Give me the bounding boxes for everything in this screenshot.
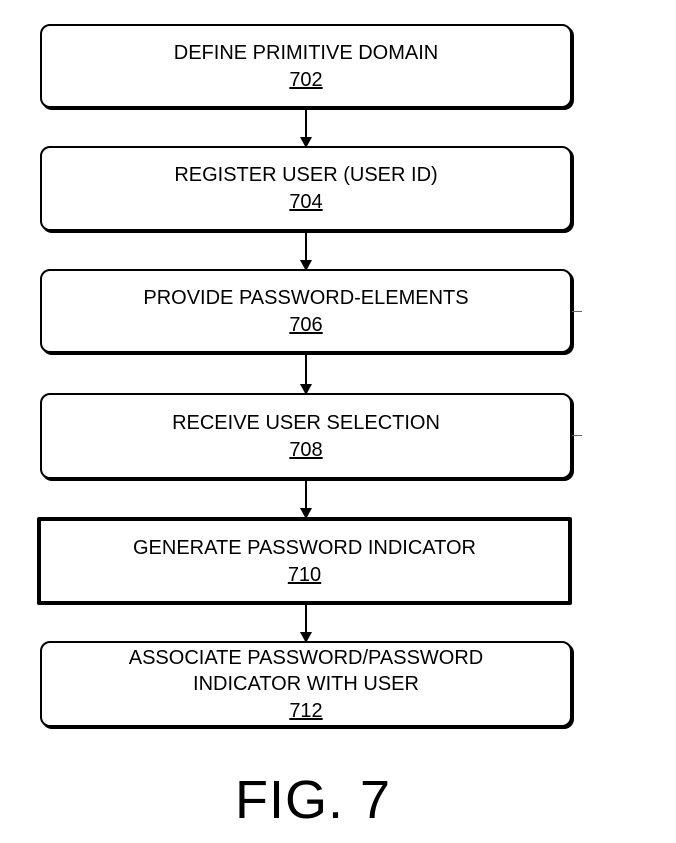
step-reference-number: 702: [289, 68, 323, 91]
flow-arrow: [300, 353, 312, 395]
flowchart: DEFINE PRIMITIVE DOMAIN 702 REGISTER USE…: [0, 0, 676, 843]
flow-arrow: [300, 108, 312, 148]
step-reference-number: 704: [289, 191, 323, 213]
step-label: GENERATE PASSWORD INDICATOR: [133, 536, 476, 559]
step-label: ASSOCIATE PASSWORD/PASSWORD INDICATOR WI…: [128, 646, 484, 695]
margin-tick-mark: [572, 311, 582, 312]
step-box-710: GENERATE PASSWORD INDICATOR 710: [37, 517, 572, 605]
margin-tick-mark: [572, 435, 582, 436]
step-reference-number: 710: [287, 563, 322, 586]
step-reference-number: 712: [289, 699, 323, 722]
step-box-712: ASSOCIATE PASSWORD/PASSWORD INDICATOR WI…: [40, 641, 572, 727]
figure-label: FIG. 7: [234, 770, 392, 830]
step-label: REGISTER USER (USER ID): [174, 164, 438, 186]
flow-arrow: [300, 479, 312, 519]
flow-arrow: [300, 605, 312, 643]
step-box-702: DEFINE PRIMITIVE DOMAIN 702: [40, 24, 572, 108]
flow-arrow: [300, 231, 312, 271]
step-reference-number: 708: [289, 438, 323, 461]
step-label: PROVIDE PASSWORD-ELEMENTS: [143, 286, 469, 309]
step-box-708: RECEIVE USER SELECTION 708: [40, 393, 572, 479]
step-box-704: REGISTER USER (USER ID) 704: [40, 146, 572, 231]
step-reference-number: 706: [289, 313, 323, 336]
step-label: DEFINE PRIMITIVE DOMAIN: [173, 41, 439, 64]
step-label: RECEIVE USER SELECTION: [172, 411, 440, 434]
step-box-706: PROVIDE PASSWORD-ELEMENTS 706: [40, 269, 572, 353]
